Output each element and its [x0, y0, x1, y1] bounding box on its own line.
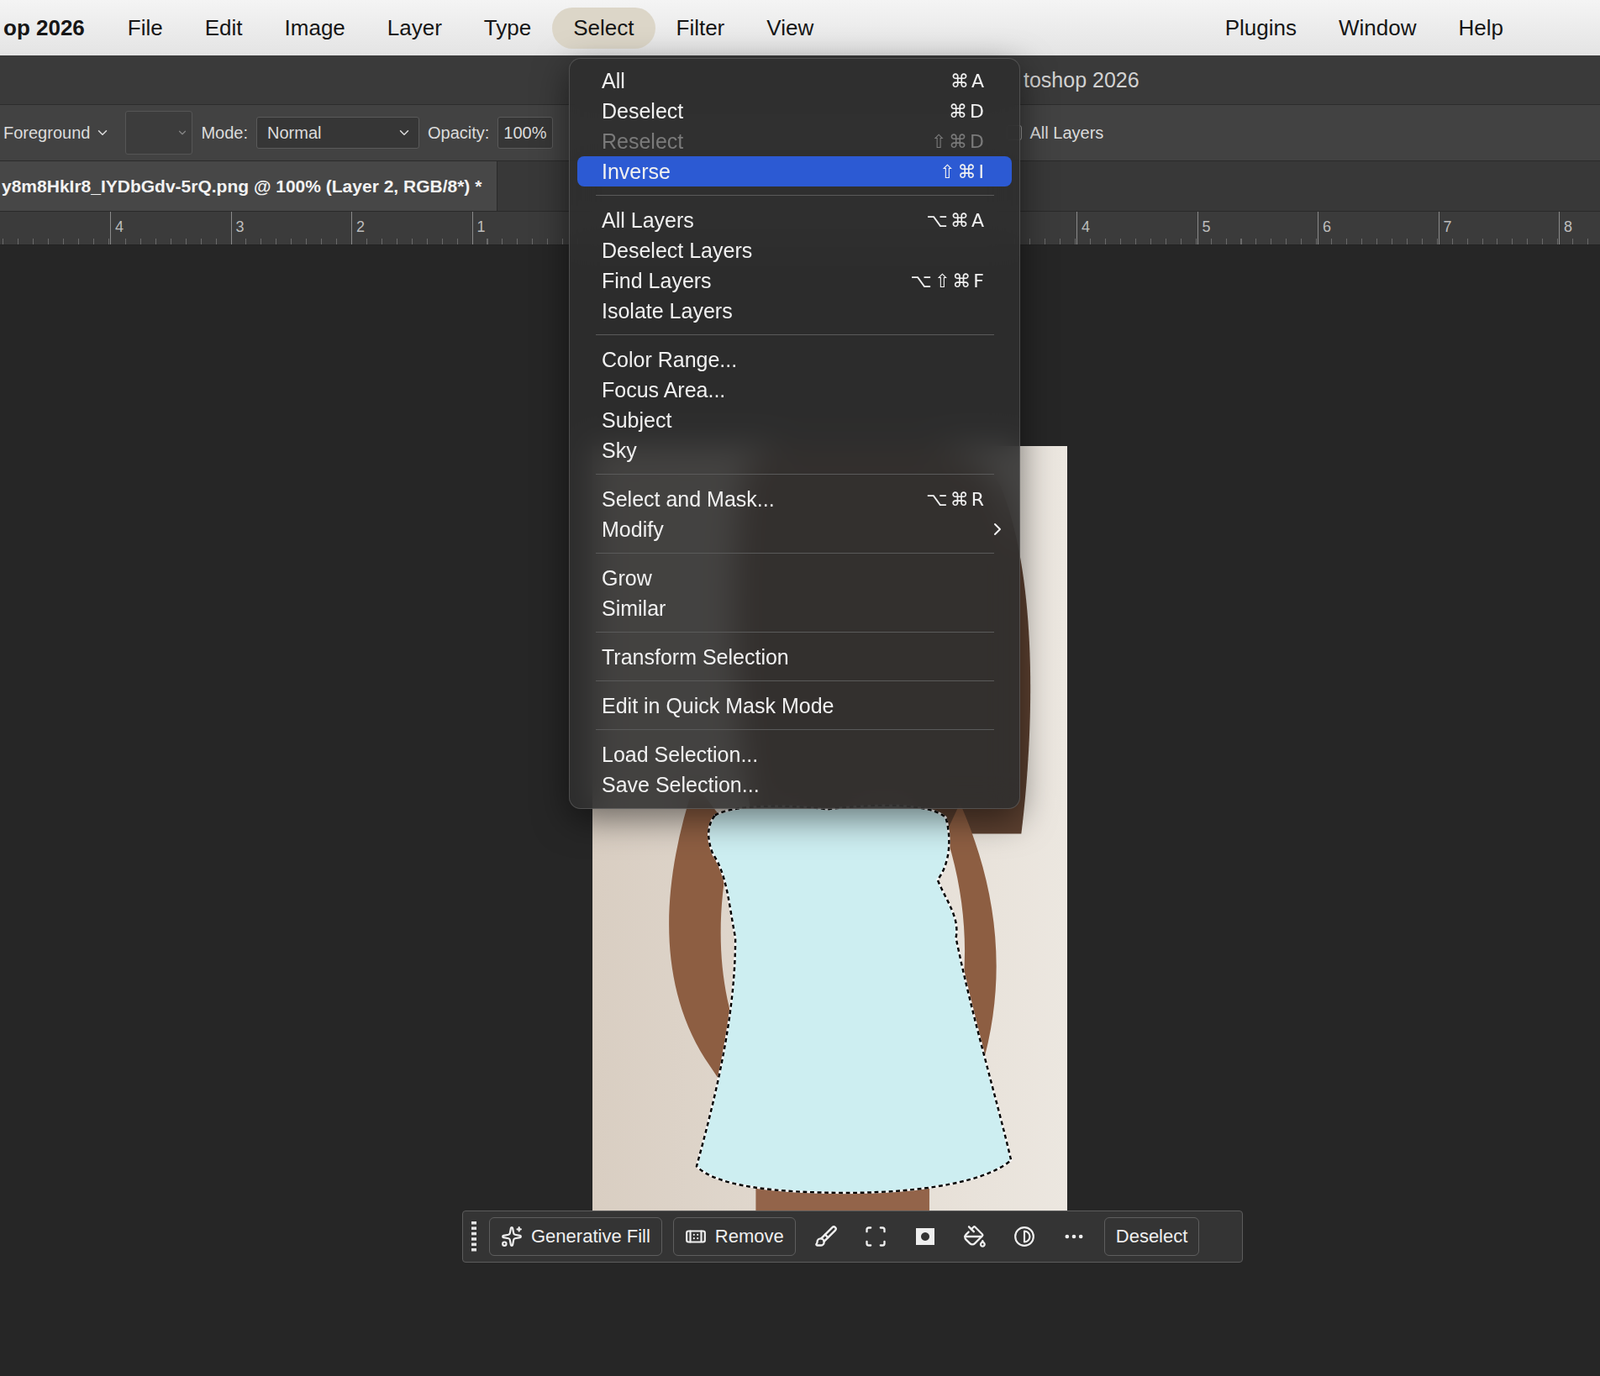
ruler-label: 6 [1317, 211, 1439, 245]
ruler-label: 2 [351, 211, 473, 245]
mask-button[interactable] [905, 1217, 945, 1257]
menu-item[interactable]: Similar [577, 593, 1012, 624]
menu-shortcut: ⇧⌘I [939, 161, 987, 183]
document-tab[interactable]: y8m8HkIr8_IYDbGdv-5rQ.png @ 100% (Layer … [0, 161, 498, 211]
more-button[interactable] [1054, 1217, 1094, 1257]
paint-bucket-icon [963, 1225, 987, 1249]
menu-bar-item[interactable]: Select [552, 7, 655, 49]
menu-item[interactable]: Color Range... [577, 344, 1012, 375]
generative-fill-icon [500, 1226, 523, 1248]
grip-icon[interactable] [469, 1220, 479, 1254]
all-layers-label: All Layers [1030, 123, 1105, 143]
photoshop-window: op 2026FileEditImageLayerTypeSelectFilte… [0, 0, 1600, 1376]
menu-separator [595, 334, 995, 336]
menu-bar-item[interactable]: Window [1317, 7, 1437, 49]
opacity-field[interactable]: 100% [497, 116, 553, 149]
menu-item[interactable]: Sky [577, 435, 1012, 466]
menu-bar-item[interactable]: View [745, 7, 835, 49]
transform-icon [863, 1225, 888, 1249]
menu-shortcut: ⇧⌘D [931, 131, 987, 153]
select-menu: All⌘ADeselect⌘DReselect⇧⌘DInverse⇧⌘I All … [568, 57, 1021, 810]
transform-button[interactable] [856, 1217, 895, 1257]
menu-bar-item[interactable]: Layer [366, 7, 464, 49]
menu-shortcut: ⌘D [948, 100, 987, 122]
menu-item[interactable]: Save Selection... [577, 769, 1012, 800]
menu-bar-item[interactable]: Help [1437, 7, 1525, 49]
menu-separator [595, 729, 995, 731]
menu-separator [595, 680, 995, 682]
invert-button[interactable] [1005, 1217, 1044, 1257]
menu-item[interactable]: Focus Area... [577, 374, 1012, 406]
menu-item[interactable]: Edit in Quick Mask Mode [577, 690, 1012, 722]
menu-item[interactable]: Transform Selection [577, 642, 1012, 673]
menu-separator [595, 194, 995, 196]
chevron-down-icon [396, 125, 412, 141]
menu-shortcut: ⌥⌘R [926, 489, 987, 511]
menu-item[interactable]: Subject [577, 405, 1012, 436]
menu-separator [595, 552, 995, 554]
menu-bar-item[interactable]: Edit [184, 7, 264, 49]
menu-item[interactable]: Deselect Layers [577, 235, 1012, 266]
ruler-label: 7 [1438, 211, 1560, 245]
mask-icon [914, 1226, 937, 1248]
remove-button[interactable]: Remove [673, 1217, 796, 1257]
ruler-label: 3 [231, 211, 353, 245]
brush-icon [814, 1225, 838, 1249]
menu-item[interactable]: Select and Mask...⌥⌘R [577, 484, 1012, 515]
menu-bar-item[interactable]: File [106, 7, 185, 49]
mode-select[interactable]: Normal [256, 116, 420, 149]
chevron-down-icon [176, 126, 189, 139]
deselect-button[interactable]: Deselect [1104, 1217, 1200, 1257]
contextual-task-bar: Generative FillRemove Deselect [462, 1210, 1243, 1264]
menu-shortcut: ⌘A [950, 70, 987, 92]
app-name[interactable]: op 2026 [3, 15, 107, 42]
opacity-label: Opacity: [427, 123, 490, 143]
menu-item[interactable]: Find Layers⌥⇧⌘F [577, 265, 1012, 296]
chevron-down-icon [94, 125, 111, 141]
menu-item[interactable]: Inverse⇧⌘I [577, 156, 1012, 187]
menu-item[interactable]: Grow [577, 563, 1012, 594]
menu-shortcut: ⌥⇧⌘F [910, 270, 987, 292]
menu-item[interactable]: Isolate Layers [577, 295, 1012, 327]
more-icon [1062, 1225, 1086, 1249]
menu-item[interactable]: All Layers⌥⌘A [577, 205, 1012, 236]
ruler-label: 4 [110, 211, 232, 245]
menu-separator [595, 473, 995, 475]
ruler-label: 4 [1076, 211, 1198, 245]
menu-item[interactable]: Reselect⇧⌘D [577, 126, 1012, 157]
menu-bar-item[interactable]: Type [463, 7, 553, 49]
brush-button[interactable] [806, 1217, 846, 1257]
menu-item[interactable]: All⌘A [577, 65, 1012, 96]
menu-item[interactable]: Deselect⌘D [577, 95, 1012, 127]
fill-dropdown[interactable]: Foreground [3, 123, 117, 143]
menu-shortcut: ⌥⌘A [926, 210, 987, 232]
remove-icon [684, 1226, 707, 1248]
submenu-arrow-icon [987, 519, 1008, 540]
fill-button[interactable] [955, 1217, 995, 1257]
selection-outline [696, 805, 1011, 1194]
menu-item[interactable]: Modify [577, 514, 1012, 545]
menu-bar-item[interactable]: Plugins [1204, 7, 1318, 49]
mode-label: Mode: [200, 123, 248, 143]
menu-bar: op 2026FileEditImageLayerTypeSelectFilte… [0, 0, 1600, 56]
menu-bar-item[interactable]: Filter [655, 7, 747, 49]
menu-separator [595, 631, 995, 633]
ruler-left-group: 4321 [110, 211, 593, 245]
menu-bar-item[interactable]: Image [263, 7, 367, 49]
ruler-label: 8 [1558, 211, 1600, 245]
menu-item[interactable]: Load Selection... [577, 739, 1012, 770]
invert-icon [1013, 1226, 1036, 1248]
ruler-right-group: 45678 [1076, 211, 1600, 245]
ruler-label: 5 [1197, 211, 1319, 245]
pattern-swatch[interactable] [125, 110, 193, 155]
all-layers-option[interactable]: All Layers [1006, 123, 1105, 143]
generative-fill-button[interactable]: Generative Fill [489, 1217, 663, 1257]
